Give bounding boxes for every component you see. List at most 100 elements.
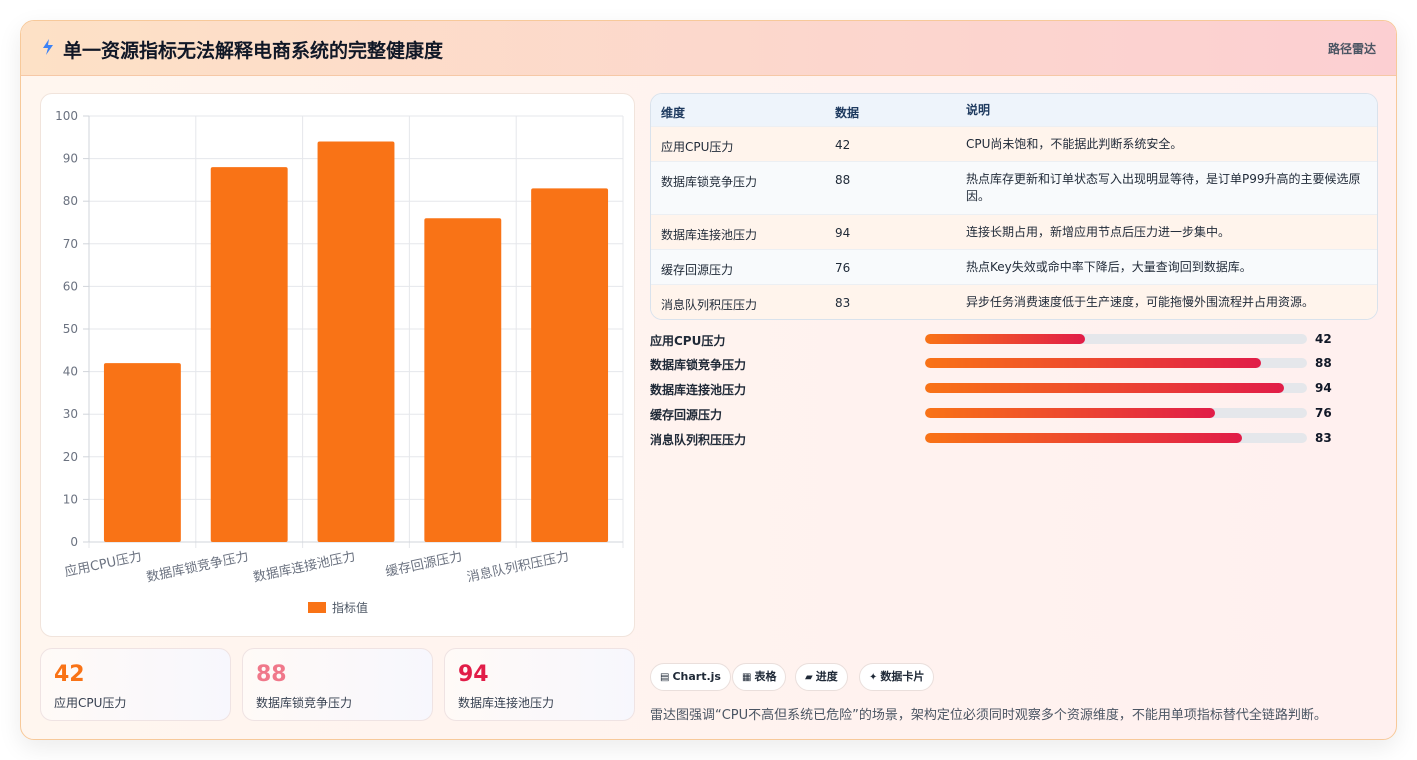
table-header-cell: 说明: [966, 103, 991, 117]
progress-row: 数据库连接池压力 94: [650, 380, 1350, 398]
progress-track: [925, 408, 1307, 418]
chip-data-card[interactable]: ✦ 数据卡片: [859, 663, 935, 691]
table-cell-description: 热点Key失效或命中率下降后，大量查询回到数据库。: [966, 260, 1252, 274]
stat-card: 94 数据库连接池压力: [444, 648, 635, 721]
progress-icon: ▰: [805, 672, 813, 683]
legend-swatch: [308, 602, 326, 613]
progress-fill: [925, 433, 1243, 443]
progress-fill: [925, 334, 1086, 344]
y-tick-label: 10: [63, 492, 78, 506]
progress-label: 消息队列积压压力: [650, 433, 747, 447]
table-header-row: 维度 数据 说明: [651, 94, 1377, 127]
sparkle-icon: ✦: [869, 672, 878, 683]
bar-chart-panel: 0 10 20 30 40 50 60 70 80 90 100 应用CPU压力 数据库锁竞争压力 数据库…: [40, 93, 635, 637]
x-tick-label: 缓存回源压力: [384, 549, 463, 580]
progress-value: 83: [1315, 431, 1332, 445]
progress-value: 94: [1315, 381, 1332, 395]
progress-label: 数据库连接池压力: [650, 383, 747, 397]
progress-track: [925, 334, 1307, 344]
table-row: 数据库连接池压力 94 连接长期占用，新增应用节点后压力进一步集中。: [651, 215, 1377, 250]
x-tick-label: 数据库连接池压力: [252, 548, 357, 585]
table-cell-description: 连接长期占用，新增应用节点后压力进一步集中。: [966, 225, 1231, 239]
table-row: 缓存回源压力 76 热点Key失效或命中率下降后，大量查询回到数据库。: [651, 250, 1377, 285]
chip-label: 进度: [815, 670, 838, 683]
chip-label: 数据卡片: [880, 670, 925, 683]
progress-value: 42: [1315, 332, 1332, 346]
progress-value: 88: [1315, 356, 1332, 370]
header-tag: 路径雷达: [1327, 42, 1376, 56]
progress-fill: [925, 358, 1262, 368]
data-table: 维度 数据 说明 应用CPU压力 42 CPU尚未饱和，不能据此判断系统安全。 …: [650, 93, 1378, 320]
y-tick-label: 20: [63, 450, 78, 464]
x-tick-label: 数据库锁竞争压力: [145, 548, 250, 585]
table-header-cell: 数据: [835, 106, 860, 120]
table-cell-description: 热点库存更新和订单状态写入出现明显等待，是订单P99升高的主要候选原因。: [966, 172, 1361, 203]
progress-fill: [925, 408, 1216, 418]
y-tick-label: 0: [70, 535, 78, 549]
table-cell-dimension: 数据库连接池压力: [661, 228, 758, 242]
progress-value: 76: [1315, 406, 1332, 420]
y-tick-label: 70: [63, 237, 78, 251]
stat-card: 88 数据库锁竞争压力: [242, 648, 433, 721]
table-cell-value: 83: [835, 296, 851, 310]
y-tick-label: 50: [63, 322, 78, 336]
main-card: 单一资源指标无法解释电商系统的完整健康度 路径雷达 0 10 20 30 40 50 60 7…: [20, 20, 1397, 740]
bar: [103, 363, 181, 542]
table-row: 应用CPU压力 42 CPU尚未饱和，不能据此判断系统安全。: [651, 127, 1377, 162]
table-cell-dimension: 缓存回源压力: [661, 263, 734, 277]
x-tick-label: 消息队列积压压力: [465, 548, 570, 585]
x-tick-label: 应用CPU压力: [63, 548, 143, 580]
lightning-icon: [43, 39, 53, 55]
table-cell-value: 42: [835, 138, 851, 152]
progress-row: 消息队列积压压力 83: [650, 430, 1350, 448]
chip-table[interactable]: ▦ 表格: [732, 663, 787, 691]
chip-chartjs[interactable]: ▤ Chart.js: [650, 663, 731, 691]
progress-label: 数据库锁竞争压力: [650, 358, 747, 372]
table-header-cell: 维度: [661, 106, 686, 120]
stat-value: 42: [54, 662, 85, 687]
progress-row: 应用CPU压力 42: [650, 331, 1350, 349]
progress-track: [925, 383, 1307, 393]
y-tick-label: 60: [63, 279, 78, 293]
table-cell-description: CPU尚未饱和，不能据此判断系统安全。: [966, 137, 1183, 151]
bar-chart: 0 10 20 30 40 50 60 70 80 90 100 应用CPU压力 数据库锁竞争压力 数据库…: [55, 109, 624, 615]
bar: [317, 141, 395, 542]
table-row: 消息队列积压压力 83 异步任务消费速度低于生产速度，可能拖慢外围流程并占用资源…: [651, 285, 1377, 319]
chip-label: 表格: [754, 670, 777, 683]
stat-value: 88: [256, 662, 287, 687]
progress-label: 缓存回源压力: [650, 408, 723, 422]
table-cell-dimension: 数据库锁竞争压力: [661, 175, 758, 189]
bar: [531, 188, 609, 543]
bar: [424, 218, 502, 542]
table-cell-dimension: 消息队列积压压力: [661, 298, 758, 312]
chip-progress[interactable]: ▰ 进度: [795, 663, 848, 691]
footer-note: 雷达图强调“CPU不高但系统已危险”的场景，架构定位必须同时观察多个资源维度，不…: [650, 708, 1327, 723]
table-cell-value: 76: [835, 261, 851, 275]
progress-track: [925, 358, 1307, 368]
chip-label: Chart.js: [672, 670, 721, 683]
y-tick-label: 80: [63, 194, 78, 208]
table-cell-dimension: 应用CPU压力: [661, 140, 734, 154]
table-icon: ▦: [742, 672, 752, 683]
y-tick-label: 40: [63, 365, 78, 379]
bar: [210, 167, 288, 542]
card-header: 单一资源指标无法解释电商系统的完整健康度 路径雷达: [21, 21, 1396, 76]
y-tick-label: 100: [55, 109, 78, 123]
y-tick-label: 30: [63, 407, 78, 421]
progress-fill: [925, 383, 1285, 393]
y-tick-label: 90: [63, 152, 78, 166]
table-cell-value: 94: [835, 226, 851, 240]
stat-label: 应用CPU压力: [54, 696, 127, 710]
legend-label: 指标值: [332, 600, 368, 615]
progress-row: 数据库锁竞争压力 88: [650, 355, 1350, 373]
table-cell-description: 异步任务消费速度低于生产速度，可能拖慢外围流程并占用资源。: [966, 295, 1315, 309]
stat-value: 94: [458, 662, 489, 687]
table-row: 数据库锁竞争压力 88 热点库存更新和订单状态写入出现明显等待，是订单P99升高…: [651, 162, 1377, 215]
stat-label: 数据库锁竞争压力: [256, 696, 353, 710]
progress-track: [925, 433, 1307, 443]
stat-label: 数据库连接池压力: [458, 696, 555, 710]
table-cell-value: 88: [835, 173, 851, 187]
progress-row: 缓存回源压力 76: [650, 405, 1350, 423]
chart-icon: ▤: [660, 672, 670, 683]
stat-card: 42 应用CPU压力: [40, 648, 231, 721]
